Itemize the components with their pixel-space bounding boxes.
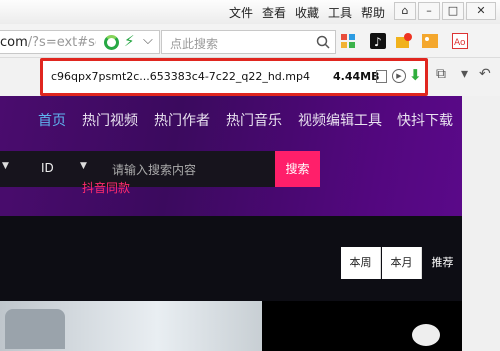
hero-banner: 首页 热门视频 热门作者 热门音乐 视频编辑工具 快抖下载 ▼ ID ▼ 请输入…: [0, 96, 500, 216]
chevron-down-icon[interactable]: ▾: [461, 66, 468, 82]
nav-home[interactable]: 首页: [38, 110, 66, 130]
search-icon[interactable]: [316, 35, 330, 49]
download-size: 4.44MB: [333, 70, 380, 83]
search-input[interactable]: 点此搜索: [161, 30, 336, 54]
menu-tools[interactable]: 工具: [328, 4, 352, 21]
notification-icon[interactable]: [396, 33, 412, 49]
undo-icon[interactable]: ↶: [479, 66, 491, 82]
menu-view[interactable]: 查看: [262, 4, 286, 21]
site-search: ▼ ID ▼ 请输入搜索内容 搜索: [0, 151, 500, 191]
minimize-icon[interactable]: –: [418, 2, 440, 20]
image-icon[interactable]: [422, 33, 438, 49]
music-icon[interactable]: ♪: [370, 33, 386, 49]
svg-text:Ao: Ao: [454, 38, 466, 48]
nav-quick-download[interactable]: 快抖下载: [397, 110, 453, 130]
menu-file[interactable]: 文件: [229, 4, 253, 21]
nav-hot-authors[interactable]: 热门作者: [154, 110, 210, 130]
tab-this-week[interactable]: 本周: [341, 247, 381, 279]
compat-mode-icon[interactable]: [104, 35, 119, 50]
thumbnail-image: [412, 324, 440, 346]
search-placeholder: 点此搜索: [170, 37, 219, 51]
tab-recommended[interactable]: 推荐: [423, 247, 463, 279]
web-page: 首页 热门视频 热门作者 热门音乐 视频编辑工具 快抖下载 ▼ ID ▼ 请输入…: [0, 96, 500, 351]
screenshot-icon[interactable]: ⧉: [436, 66, 446, 82]
translate-icon[interactable]: Ao: [452, 33, 468, 49]
search-type-select[interactable]: ID: [41, 161, 54, 175]
chevron-down-icon[interactable]: ⌵: [143, 33, 153, 48]
search-hint[interactable]: 抖音同款: [82, 179, 130, 196]
toolbar: com/?s=ext#sear ⚡ ⌵ 点此搜索 ♪ Ao: [0, 24, 500, 58]
menu-bar: 文件 查看 收藏 工具 帮助 ⌂ – □ ✕: [0, 0, 500, 24]
skin-icon[interactable]: ⌂: [394, 2, 416, 20]
thumbnail-image: [5, 309, 65, 349]
download-arrow-icon[interactable]: ⬇: [409, 66, 422, 84]
open-folder-icon[interactable]: [376, 70, 387, 83]
nav-hot-videos[interactable]: 热门视频: [82, 110, 138, 130]
apps-icon[interactable]: [340, 33, 356, 49]
download-filename[interactable]: c96qpx7psmt2c...653383c4-7c22_q22_hd.mp4: [51, 70, 310, 83]
address-text: com/?s=ext#sear: [0, 35, 96, 50]
site-search-input[interactable]: 请输入搜索内容: [112, 161, 196, 178]
scrollbar[interactable]: [462, 96, 500, 351]
caret-down-icon[interactable]: ▼: [80, 161, 87, 171]
play-icon[interactable]: ▶: [392, 69, 406, 83]
download-bar[interactable]: c96qpx7psmt2c...653383c4-7c22_q22_hd.mp4…: [40, 58, 428, 96]
site-search-button[interactable]: 搜索: [275, 151, 320, 187]
video-thumbnail[interactable]: [0, 301, 262, 351]
svg-text:♪: ♪: [374, 35, 382, 49]
site-search-field[interactable]: ▼ ID ▼ 请输入搜索内容: [0, 151, 275, 187]
tab-this-month[interactable]: 本月: [382, 247, 422, 279]
nav-hot-music[interactable]: 热门音乐: [226, 110, 282, 130]
maximize-icon[interactable]: □: [442, 2, 464, 20]
close-icon[interactable]: ✕: [466, 2, 496, 20]
caret-down-icon[interactable]: ▼: [2, 161, 9, 171]
menu-help[interactable]: 帮助: [361, 4, 385, 21]
menu-favorites[interactable]: 收藏: [295, 4, 319, 21]
speed-mode-icon[interactable]: ⚡: [124, 32, 135, 50]
address-bar[interactable]: com/?s=ext#sear ⚡ ⌵: [0, 30, 160, 54]
nav-video-editor[interactable]: 视频编辑工具: [298, 110, 382, 130]
